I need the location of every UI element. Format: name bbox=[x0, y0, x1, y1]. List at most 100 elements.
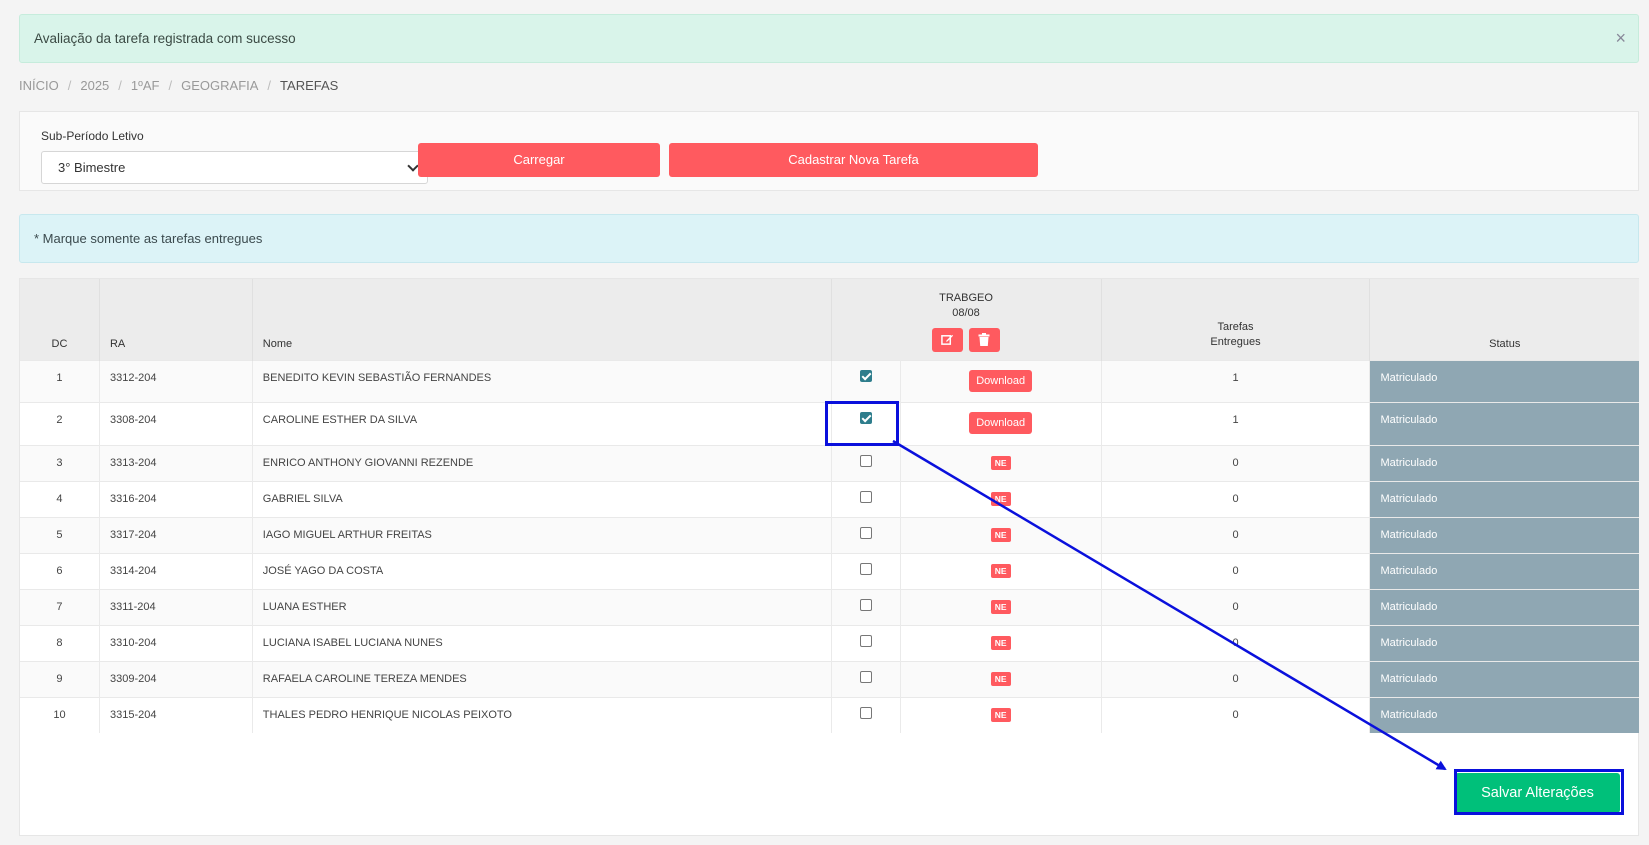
cell-file: NE bbox=[900, 661, 1102, 697]
header-delivered: Tarefas Entregues bbox=[1101, 279, 1371, 360]
table-row: 1 3312-204 BENEDITO KEVIN SEBASTIÃO FERNAN… bbox=[20, 360, 1639, 402]
edit-task-button[interactable] bbox=[932, 327, 964, 352]
cell-status: Matriculado bbox=[1369, 625, 1639, 661]
highlight-checkbox-annotation bbox=[825, 401, 899, 446]
cell-ra: 3309-204 bbox=[99, 661, 253, 697]
header-delivered-line1: Tarefas bbox=[1217, 320, 1254, 333]
cell-dc: 4 bbox=[20, 481, 100, 517]
delivered-checkbox[interactable] bbox=[859, 634, 872, 647]
cell-delivered-count: 0 bbox=[1101, 445, 1371, 481]
cell-delivered-checkbox bbox=[831, 553, 901, 589]
header-nome: Nome bbox=[252, 279, 832, 360]
close-icon[interactable]: × bbox=[1615, 29, 1626, 47]
table-row: 5 3317-204 IAGO MIGUEL ARTHUR FREITAS NE 0 Ma… bbox=[20, 517, 1639, 553]
delivered-checkbox[interactable] bbox=[859, 454, 872, 467]
highlight-save-annotation bbox=[1454, 769, 1624, 815]
cell-status: Matriculado bbox=[1369, 517, 1639, 553]
breadcrumb-inicio[interactable]: INÍCIO bbox=[19, 78, 59, 93]
table-header-row: DC RA Nome TRABGEO 08/08 Tarefas Entregu… bbox=[20, 279, 1639, 360]
cell-delivered-count: 0 bbox=[1101, 697, 1371, 733]
cell-nome: ENRICO ANTHONY GIOVANNI REZENDE bbox=[252, 445, 832, 481]
not-delivered-badge: NE bbox=[990, 671, 1011, 686]
breadcrumb-separator: / bbox=[67, 78, 72, 93]
cell-nome: IAGO MIGUEL ARTHUR FREITAS bbox=[252, 517, 832, 553]
breadcrumb: INÍCIO / 2025 / 1ºAF / GEOGRAFIA / TAREF… bbox=[19, 78, 338, 93]
cell-dc: 10 bbox=[20, 697, 100, 733]
breadcrumb-subject[interactable]: GEOGRAFIA bbox=[181, 78, 258, 93]
delivered-checkbox[interactable] bbox=[859, 706, 872, 719]
load-button[interactable]: Carregar bbox=[418, 143, 660, 177]
task-name: TRABGEO bbox=[939, 291, 993, 304]
cell-file: NE bbox=[900, 697, 1102, 733]
not-delivered-badge: NE bbox=[990, 491, 1011, 506]
table-row: 7 3311-204 LUANA ESTHER NE 0 Matriculado bbox=[20, 589, 1639, 625]
cell-file: Download bbox=[900, 360, 1102, 402]
table-row: 6 3314-204 JOSÉ YAGO DA COSTA NE 0 Matriculad… bbox=[20, 553, 1639, 589]
students-table: DC RA Nome TRABGEO 08/08 Tarefas Entregu… bbox=[20, 279, 1639, 733]
new-task-button[interactable]: Cadastrar Nova Tarefa bbox=[669, 143, 1038, 177]
table-row: 3 3313-204 ENRICO ANTHONY GIOVANNI REZENDE… bbox=[20, 445, 1639, 481]
header-delivered-line2: Entregues bbox=[1210, 335, 1261, 348]
cell-ra: 3310-204 bbox=[99, 625, 253, 661]
cell-delivered-count: 0 bbox=[1101, 661, 1371, 697]
cell-delivered-checkbox bbox=[831, 360, 901, 402]
cell-file: NE bbox=[900, 625, 1102, 661]
table-row: 9 3309-204 RAFAELA CAROLINE TEREZA MENDES N… bbox=[20, 661, 1639, 697]
cell-delivered-count: 0 bbox=[1101, 625, 1371, 661]
not-delivered-badge: NE bbox=[990, 599, 1011, 614]
chevron-down-icon bbox=[407, 160, 419, 172]
table-row: 10 3315-204 THALES PEDRO HENRIQUE NICOLAS … bbox=[20, 697, 1639, 733]
cell-dc: 8 bbox=[20, 625, 100, 661]
cell-nome: JOSÉ YAGO DA COSTA bbox=[252, 553, 832, 589]
breadcrumb-class[interactable]: 1ºAF bbox=[131, 78, 160, 93]
cell-nome: THALES PEDRO HENRIQUE NICOLAS PEIXOTO bbox=[252, 697, 832, 733]
not-delivered-badge: NE bbox=[990, 527, 1011, 542]
success-alert: Avaliação da tarefa registrada com suces… bbox=[19, 14, 1639, 63]
cell-file: NE bbox=[900, 553, 1102, 589]
cell-delivered-checkbox bbox=[831, 589, 901, 625]
cell-nome: BENEDITO KEVIN SEBASTIÃO FERNANDES bbox=[252, 360, 832, 402]
not-delivered-badge: NE bbox=[990, 563, 1011, 578]
cell-delivered-checkbox bbox=[831, 697, 901, 733]
header-status: Status bbox=[1489, 337, 1521, 350]
breadcrumb-current: TAREFAS bbox=[280, 78, 339, 93]
delivered-checkbox[interactable] bbox=[859, 562, 872, 575]
delivered-checkbox[interactable] bbox=[859, 670, 872, 683]
table-row: 4 3316-204 GABRIEL SILVA NE 0 Matriculado bbox=[20, 481, 1639, 517]
students-table-card: DC RA Nome TRABGEO 08/08 Tarefas Entregu… bbox=[19, 278, 1639, 836]
header-task: TRABGEO 08/08 bbox=[831, 279, 1102, 360]
delete-task-button[interactable] bbox=[969, 327, 1001, 352]
cell-status: Matriculado bbox=[1369, 589, 1639, 625]
not-delivered-badge: NE bbox=[990, 707, 1011, 722]
not-delivered-badge: NE bbox=[990, 635, 1011, 650]
breadcrumb-year[interactable]: 2025 bbox=[80, 78, 109, 93]
cell-dc: 7 bbox=[20, 589, 100, 625]
cell-delivered-checkbox bbox=[831, 517, 901, 553]
cell-dc: 3 bbox=[20, 445, 100, 481]
download-button[interactable]: Download bbox=[969, 411, 1033, 434]
delivered-checkbox[interactable] bbox=[859, 526, 872, 539]
cell-delivered-count: 1 bbox=[1101, 360, 1371, 402]
header-ra: RA bbox=[99, 279, 253, 360]
sub-period-select[interactable]: 3° Bimestre bbox=[41, 151, 428, 184]
breadcrumb-separator: / bbox=[118, 78, 122, 93]
cell-status: Matriculado bbox=[1369, 553, 1639, 589]
download-button[interactable]: Download bbox=[969, 369, 1033, 392]
sub-period-selected-value: 3° Bimestre bbox=[58, 160, 126, 175]
success-alert-text: Avaliação da tarefa registrada com suces… bbox=[34, 31, 296, 46]
cell-nome: LUANA ESTHER bbox=[252, 589, 832, 625]
cell-nome: LUCIANA ISABEL LUCIANA NUNES bbox=[252, 625, 832, 661]
cell-status: Matriculado bbox=[1369, 445, 1639, 481]
cell-file: NE bbox=[900, 481, 1102, 517]
cell-delivered-checkbox bbox=[831, 481, 901, 517]
edit-icon bbox=[941, 334, 954, 345]
cell-status: Matriculado bbox=[1369, 661, 1639, 697]
delivered-checkbox[interactable] bbox=[859, 598, 872, 611]
cell-delivered-count: 0 bbox=[1101, 553, 1371, 589]
table-row: 8 3310-204 LUCIANA ISABEL LUCIANA NUNES NE 0… bbox=[20, 625, 1639, 661]
delivered-checkbox[interactable] bbox=[859, 369, 872, 382]
delivered-checkbox[interactable] bbox=[859, 490, 872, 503]
cell-status: Matriculado bbox=[1369, 481, 1639, 517]
cell-status: Matriculado bbox=[1369, 360, 1639, 402]
cell-dc: 6 bbox=[20, 553, 100, 589]
